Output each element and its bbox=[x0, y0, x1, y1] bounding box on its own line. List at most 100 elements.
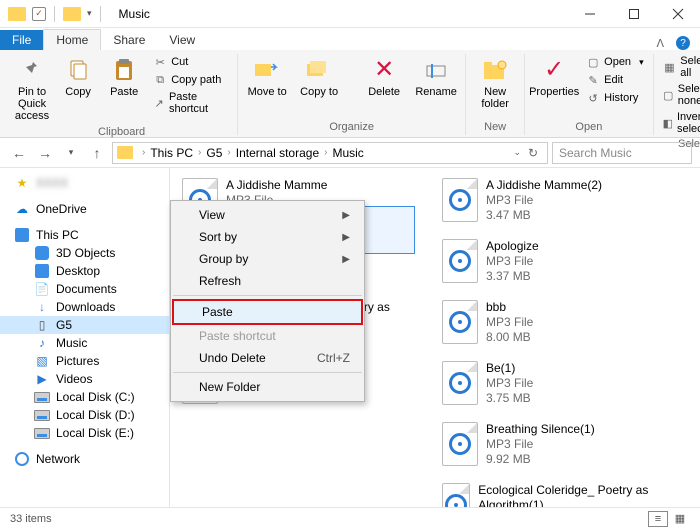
mp3-icon bbox=[442, 300, 478, 344]
tab-share[interactable]: Share bbox=[101, 30, 157, 50]
ribbon-collapse-icon[interactable]: ᐱ bbox=[656, 37, 664, 50]
tree-onedrive[interactable]: ☁OneDrive bbox=[0, 200, 169, 218]
search-input[interactable]: Search Music bbox=[552, 142, 692, 164]
copy-to-icon bbox=[303, 56, 335, 84]
close-button[interactable] bbox=[656, 0, 700, 28]
tree-documents[interactable]: 📄Documents bbox=[0, 280, 169, 298]
nav-tree[interactable]: ★XXXX ☁OneDrive This PC 3D Objects Deskt… bbox=[0, 168, 170, 507]
edit-icon: ✎ bbox=[586, 73, 600, 87]
shortcut-icon: ↗ bbox=[153, 96, 165, 110]
crumb-music[interactable]: Music bbox=[332, 146, 363, 160]
file-name: Apologize bbox=[486, 239, 539, 254]
cloud-icon: ☁ bbox=[14, 202, 30, 216]
new-folder-button[interactable]: New folder bbox=[472, 54, 518, 112]
mp3-icon bbox=[442, 422, 478, 466]
help-button[interactable]: ? bbox=[676, 36, 690, 50]
tree-videos[interactable]: ▶Videos bbox=[0, 370, 169, 388]
file-name: Breathing Silence(1) bbox=[486, 422, 595, 437]
group-label-open: Open bbox=[575, 119, 602, 135]
tree-pictures[interactable]: ▧Pictures bbox=[0, 352, 169, 370]
tree-desktop[interactable]: Desktop bbox=[0, 262, 169, 280]
folder-icon bbox=[8, 7, 26, 21]
tab-home[interactable]: Home bbox=[43, 29, 101, 50]
cut-button[interactable]: ✂Cut bbox=[150, 54, 231, 70]
ctx-view[interactable]: View▶ bbox=[171, 204, 364, 226]
file-item[interactable]: A Jiddishe Mamme(2)MP3 File3.47 MB bbox=[442, 178, 662, 223]
maximize-button[interactable] bbox=[612, 0, 656, 28]
tree-3d-objects[interactable]: 3D Objects bbox=[0, 244, 169, 262]
tree-quick-access[interactable]: ★XXXX bbox=[0, 174, 169, 192]
pin-quick-access-button[interactable]: Pin to Quick access bbox=[12, 54, 52, 124]
context-menu[interactable]: View▶ Sort by▶ Group by▶ Refresh Paste P… bbox=[170, 200, 365, 402]
select-none-button[interactable]: ▢Select none bbox=[660, 82, 700, 108]
breadcrumb[interactable]: › This PC› G5› Internal storage› Music ⌄… bbox=[112, 142, 548, 164]
tiles-view-button[interactable]: ▦ bbox=[670, 511, 690, 527]
mp3-icon bbox=[442, 178, 478, 222]
crumb-internal[interactable]: Internal storage bbox=[236, 146, 319, 160]
copy-to-button[interactable]: Copy to bbox=[296, 54, 342, 100]
file-size: 3.47 MB bbox=[486, 208, 602, 223]
file-name: Be(1) bbox=[486, 361, 533, 376]
file-size: 8.00 MB bbox=[486, 330, 533, 345]
delete-icon: ✕ bbox=[368, 56, 400, 84]
ctx-group-by[interactable]: Group by▶ bbox=[171, 248, 364, 270]
delete-button[interactable]: ✕ Delete bbox=[361, 54, 407, 100]
edit-button[interactable]: ✎Edit bbox=[583, 72, 646, 88]
paste-button[interactable]: Paste bbox=[104, 54, 144, 100]
pictures-icon: ▧ bbox=[34, 354, 50, 368]
tree-diskd[interactable]: Local Disk (D:) bbox=[0, 406, 169, 424]
rename-button[interactable]: Rename bbox=[413, 54, 459, 100]
window-title: Music bbox=[119, 7, 150, 21]
copy-path-button[interactable]: ⧉Copy path bbox=[150, 72, 231, 88]
up-button[interactable]: ↑ bbox=[86, 142, 108, 164]
tree-g5[interactable]: ▯G5 bbox=[0, 316, 169, 334]
tree-downloads[interactable]: ↓Downloads bbox=[0, 298, 169, 316]
back-button[interactable]: ← bbox=[8, 142, 30, 164]
move-to-button[interactable]: Move to bbox=[244, 54, 290, 100]
objects-icon bbox=[35, 246, 49, 260]
ctx-undo-delete[interactable]: Undo DeleteCtrl+Z bbox=[171, 347, 364, 369]
select-all-button[interactable]: ▦Select all bbox=[660, 54, 700, 80]
ctx-refresh[interactable]: Refresh bbox=[171, 270, 364, 292]
ctx-paste[interactable]: Paste bbox=[174, 301, 361, 323]
qat-checkbox-icon[interactable]: ✓ bbox=[32, 7, 46, 21]
tab-view[interactable]: View bbox=[157, 30, 207, 50]
forward-button[interactable]: → bbox=[34, 142, 56, 164]
file-item[interactable]: bbbMP3 File8.00 MB bbox=[442, 300, 662, 345]
crumb-thispc[interactable]: This PC bbox=[150, 146, 193, 160]
open-button[interactable]: ▢Open▾ bbox=[583, 54, 646, 70]
copy-button[interactable]: Copy bbox=[58, 54, 98, 100]
ctx-paste-highlight: Paste bbox=[172, 299, 363, 325]
crumb-g5[interactable]: G5 bbox=[206, 146, 222, 160]
new-folder-icon bbox=[479, 56, 511, 84]
group-label-new: New bbox=[484, 119, 506, 135]
file-item[interactable]: Ecological Coleridge_ Poetry as Algorith… bbox=[442, 483, 662, 507]
tree-diskc[interactable]: Local Disk (C:) bbox=[0, 388, 169, 406]
history-button[interactable]: ↺History bbox=[583, 90, 646, 106]
paste-shortcut-button[interactable]: ↗Paste shortcut bbox=[150, 90, 231, 116]
properties-button[interactable]: ✓ Properties bbox=[531, 54, 577, 100]
status-bar: 33 items ≡ ▦ bbox=[0, 507, 700, 529]
history-dropdown[interactable]: ▾ bbox=[60, 142, 82, 164]
tree-diske[interactable]: Local Disk (E:) bbox=[0, 424, 169, 442]
qat-folder-icon[interactable] bbox=[63, 7, 81, 21]
tree-network[interactable]: Network bbox=[0, 450, 169, 468]
ctx-new-folder[interactable]: New Folder bbox=[171, 376, 364, 398]
details-view-button[interactable]: ≡ bbox=[648, 511, 668, 527]
drive-icon bbox=[34, 410, 50, 421]
refresh-button[interactable]: ↻ bbox=[523, 146, 543, 160]
ctx-sort-by[interactable]: Sort by▶ bbox=[171, 226, 364, 248]
minimize-button[interactable] bbox=[568, 0, 612, 28]
file-item[interactable]: ApologizeMP3 File3.37 MB bbox=[442, 239, 662, 284]
invert-selection-button[interactable]: ◧Invert selection bbox=[660, 110, 700, 136]
file-item[interactable]: Be(1)MP3 File3.75 MB bbox=[442, 361, 662, 406]
group-new: New folder New bbox=[466, 54, 525, 135]
tree-music[interactable]: ♪Music bbox=[0, 334, 169, 352]
file-type: MP3 File bbox=[486, 376, 533, 391]
file-item[interactable]: Breathing Silence(1)MP3 File9.92 MB bbox=[442, 422, 662, 467]
tab-file[interactable]: File bbox=[0, 30, 43, 50]
tree-thispc[interactable]: This PC bbox=[0, 226, 169, 244]
ribbon-tabs: File Home Share View ᐱ ? bbox=[0, 28, 700, 50]
rename-icon bbox=[420, 56, 452, 84]
phone-icon: ▯ bbox=[34, 318, 50, 332]
